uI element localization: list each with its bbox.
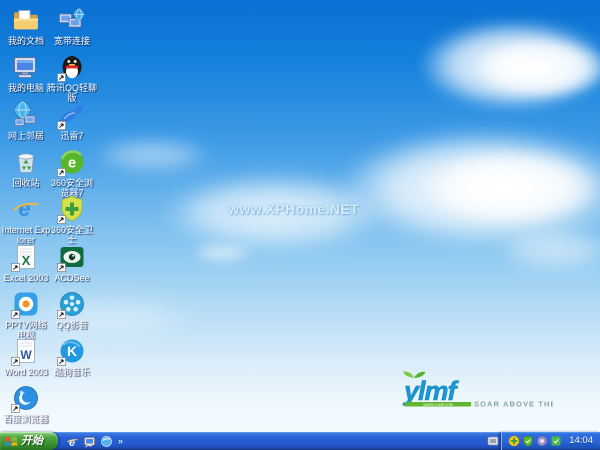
kugou-music-icon: K [57, 336, 87, 366]
desktop-icon-broadband-connection[interactable]: 宽带连接 [47, 5, 97, 46]
system-tray: 14:04 [501, 432, 600, 450]
minimized-window-button[interactable] [487, 432, 501, 450]
desktop-icon-acdsee[interactable]: ACDSee [47, 242, 97, 283]
quick-launch-bar: e [58, 432, 118, 450]
desktop-icon-my-computer[interactable]: 我的电脑 [1, 52, 51, 93]
desktop-icon-label: 宽带连接 [53, 36, 90, 46]
start-button-label: 开始 [21, 435, 43, 447]
messenger-tray-icon [537, 435, 548, 447]
network-places-icon [11, 100, 41, 130]
broadband-connection-icon [57, 5, 87, 35]
show-desktop-button[interactable] [83, 435, 96, 448]
taskbar: 开始 e » 14:04 [0, 432, 600, 450]
desktop-icon-pptv[interactable]: PPTV网络电视 [1, 289, 51, 340]
svg-text:K: K [67, 343, 77, 359]
my-documents-icon [11, 5, 41, 35]
security-shield-tray-button[interactable] [522, 435, 534, 447]
desktop-icon-label: ACDSee [54, 272, 90, 283]
desktop-icon-label: QQ影音 [55, 319, 88, 330]
desktop-icon-360-safe[interactable]: 360安全卫士 [47, 194, 97, 245]
cloud [420, 150, 600, 225]
cloud [95, 138, 210, 172]
desktop-icon-label: 酷狗音乐 [53, 367, 90, 378]
excel-2003-icon: X [11, 242, 41, 272]
logo-text: ylmf [402, 376, 460, 406]
qq-player-icon [57, 289, 87, 319]
show-desktop-icon [84, 436, 95, 447]
browser-quick-launch-button[interactable] [100, 435, 113, 448]
xp-desktop-screen: www.XPHome.NET ylmf WWW.YLMF.COM SOAR AB… [0, 0, 600, 450]
desktop-icon-baidu-browser[interactable]: 百度浏览器 [1, 383, 51, 424]
desktop-icon-label: 我的文档 [7, 36, 44, 46]
desktop-icon-network-places[interactable]: 网上邻居 [1, 100, 51, 141]
desktop-icon-my-documents[interactable]: 我的文档 [1, 5, 51, 46]
logo-slogan: SOAR ABOVE THE SKY [474, 400, 553, 409]
my-computer-icon [11, 52, 41, 82]
desktop-icon-thunder-7[interactable]: 迅雷7 [47, 100, 97, 141]
baidu-browser-icon [11, 383, 41, 414]
desktop-icon-internet-explorer[interactable]: e Internet Explorer [1, 194, 51, 245]
start-button[interactable]: 开始 [0, 432, 58, 450]
cloud [500, 228, 600, 270]
browser-quick-launch-icon [101, 435, 112, 447]
svg-text:X: X [22, 253, 31, 268]
svg-text:W: W [20, 348, 32, 362]
360-browser-icon: e [57, 147, 87, 177]
desktop-icon-kugou-music[interactable]: K 酷狗音乐 [47, 336, 97, 377]
360-safe-tray-button[interactable] [508, 435, 520, 447]
qq-light-icon [57, 52, 87, 83]
svg-text:e: e [18, 196, 30, 221]
desktop-icon-label: 迅雷7 [60, 130, 84, 141]
internet-explorer-icon: e [11, 194, 41, 224]
desktop-icon-label: Word 2003 [4, 367, 48, 378]
desktop-icon-qq-player[interactable]: QQ影音 [47, 289, 97, 330]
taskbar-clock[interactable]: 14:04 [564, 432, 596, 450]
360-safe-tray-icon [508, 435, 520, 447]
desktop-icon-recycle-bin[interactable]: 回收站 [1, 147, 51, 188]
desktop-icon-label: 百度浏览器 [3, 414, 49, 425]
desktop-icon-label: 网上邻居 [7, 130, 44, 141]
svg-text:e: e [68, 154, 76, 171]
desktop-icon-label: 回收站 [12, 177, 40, 188]
word-2003-icon: W [11, 336, 41, 366]
acdsee-icon [57, 242, 87, 272]
svg-text:e: e [69, 437, 75, 448]
cloud [192, 243, 252, 263]
taskbar-empty-area [123, 432, 487, 450]
desktop-icon-excel-2003[interactable]: X Excel 2003 [1, 242, 51, 283]
watermark: www.XPHome.NET [228, 201, 360, 217]
desktop-icon-qq-light[interactable]: 腾讯QQ轻聊版 [47, 52, 97, 103]
desktop-icon-360-browser[interactable]: e 360安全浏览器7 [47, 147, 97, 198]
desktop-icon-word-2003[interactable]: W Word 2003 [1, 336, 51, 377]
360-safe-icon [57, 194, 87, 225]
download-manager-tray-button[interactable] [550, 435, 562, 447]
windows-flag-icon [4, 436, 18, 446]
desktop-icon-label: 我的电脑 [7, 83, 44, 94]
recycle-bin-icon [11, 147, 41, 177]
logo-site-text: WWW.YLMF.COM [423, 403, 453, 407]
ie-quick-launch-icon: e [67, 437, 78, 448]
tray-icons [508, 435, 562, 447]
pptv-icon [11, 289, 41, 319]
ylmf-logo: ylmf WWW.YLMF.COM SOAR ABOVE THE SKY [398, 370, 577, 415]
thunder-7-icon [57, 100, 87, 130]
download-manager-tray-icon [551, 436, 561, 446]
ie-quick-launch-button[interactable]: e [66, 435, 79, 448]
messenger-tray-button[interactable] [536, 435, 548, 447]
cloud [470, 38, 600, 98]
security-shield-tray-icon [523, 435, 533, 447]
desktop-icon-label: Excel 2003 [3, 272, 49, 283]
minimized-window-icon [487, 436, 499, 446]
